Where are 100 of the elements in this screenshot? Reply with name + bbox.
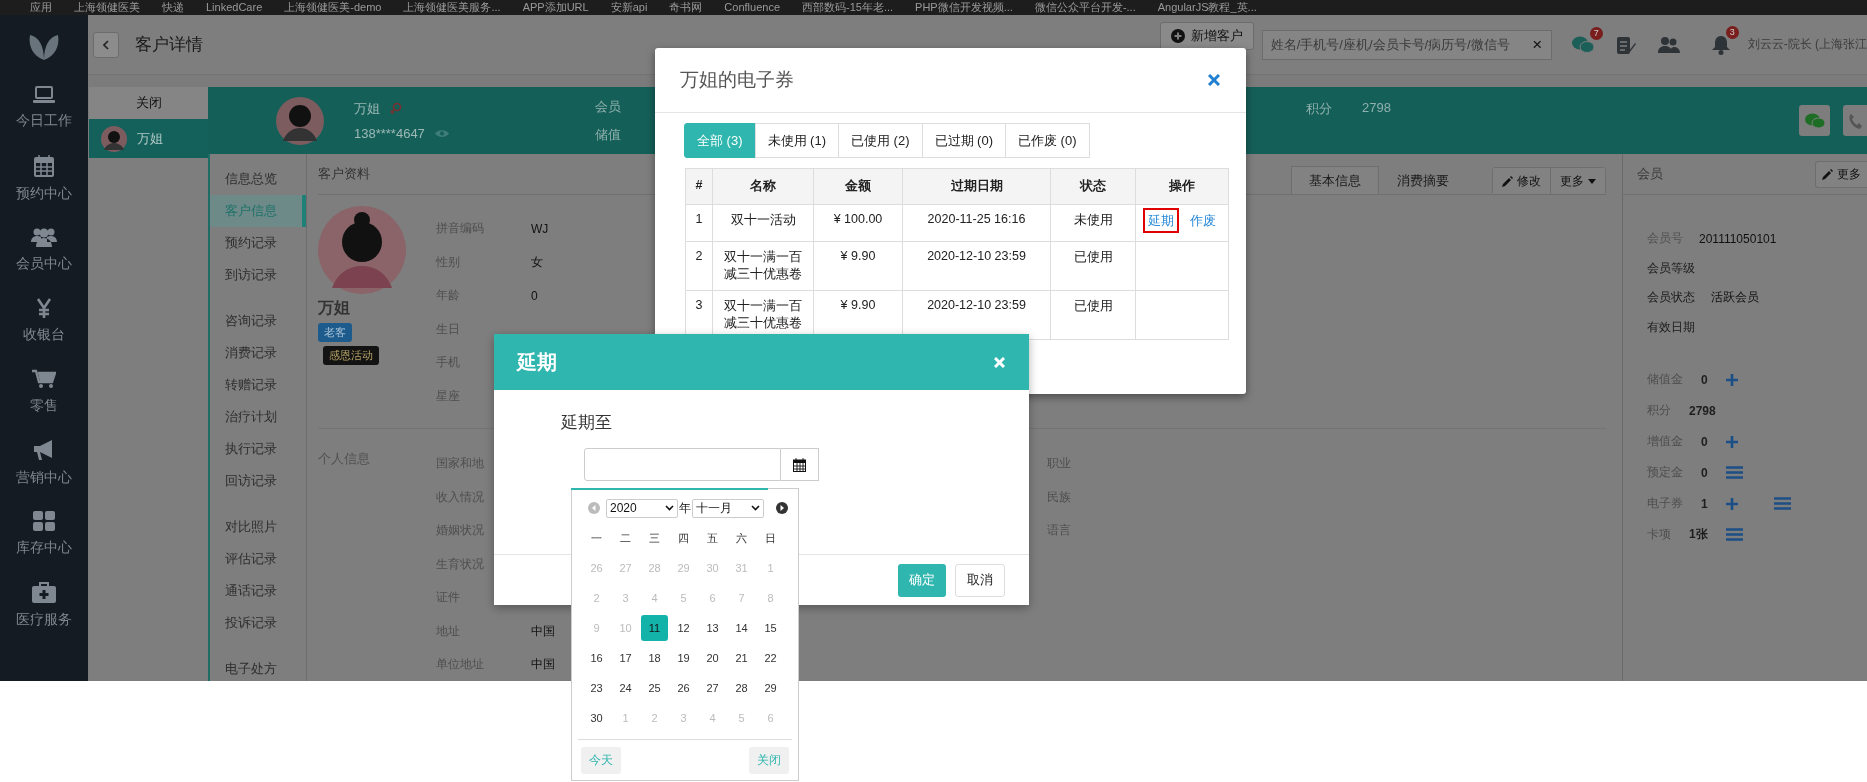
calendar-day[interactable]: 22 bbox=[756, 643, 785, 673]
sidebar-item[interactable]: 营销中心 bbox=[16, 433, 72, 493]
column-header: 金额 bbox=[813, 168, 903, 205]
calendar-day[interactable]: 23 bbox=[582, 673, 611, 703]
column-header: 名称 bbox=[712, 168, 814, 205]
nav-item[interactable]: 对比照片 bbox=[210, 511, 306, 543]
notification-badge: 3 bbox=[1725, 25, 1739, 39]
nav-item[interactable]: 到访记录 bbox=[210, 259, 306, 291]
dialog-title: 万姐的电子券 bbox=[680, 68, 794, 92]
field-label: 积分 bbox=[1306, 100, 1333, 118]
bookmark-link[interactable]: 安新api bbox=[610, 0, 648, 15]
calendar-day[interactable]: 29 bbox=[756, 673, 785, 703]
sidebar-item[interactable]: 预约中心 bbox=[16, 149, 72, 209]
filter-tab[interactable]: 未使用 (1) bbox=[754, 123, 839, 158]
filter-tab[interactable]: 已使用 (2) bbox=[838, 123, 923, 158]
field-value: 女 bbox=[531, 253, 543, 271]
points-value: 2798 bbox=[1362, 100, 1391, 115]
field-label: 储值 bbox=[595, 125, 621, 144]
section-title: 客户资料 bbox=[318, 165, 370, 183]
nav-item[interactable]: 消费记录 bbox=[210, 337, 306, 369]
sidebar-item[interactable]: 医疗服务 bbox=[16, 575, 72, 635]
calendar-day[interactable]: 20 bbox=[698, 643, 727, 673]
nav-item[interactable]: 投诉记录 bbox=[210, 607, 306, 639]
bookmark-link[interactable]: 应用 bbox=[30, 0, 52, 15]
nav-item[interactable]: 治疗计划 bbox=[210, 401, 306, 433]
cancel-button[interactable]: 取消 bbox=[955, 563, 1005, 597]
nav-item[interactable]: 信息总览 bbox=[210, 163, 306, 195]
sidebar-item[interactable]: 零售 bbox=[30, 362, 58, 422]
filter-tab[interactable]: 全部 (3) bbox=[684, 123, 756, 158]
table-cell: 未使用 bbox=[1050, 204, 1136, 242]
bookmark-link[interactable]: APP添加URL bbox=[522, 0, 589, 15]
notification-badge: 7 bbox=[1589, 26, 1603, 40]
nav-item[interactable]: 预约记录 bbox=[210, 227, 306, 259]
calendar-day[interactable]: 28 bbox=[727, 673, 756, 703]
more-button[interactable]: 更多 bbox=[1815, 160, 1867, 188]
calendar-day[interactable]: 13 bbox=[698, 613, 727, 643]
sidebar-item[interactable]: 今日工作 bbox=[16, 78, 72, 138]
nav-item[interactable]: 执行记录 bbox=[210, 433, 306, 465]
field-value: 中国 bbox=[531, 622, 555, 640]
calendar-day[interactable]: 17 bbox=[611, 643, 640, 673]
nav-item[interactable]: 通话记录 bbox=[210, 575, 306, 607]
month-select[interactable]: 十一月 bbox=[692, 498, 764, 518]
field-value: 0 bbox=[1701, 465, 1708, 480]
more-button[interactable]: 更多 bbox=[1550, 168, 1605, 194]
bookmark-link[interactable]: 微信公众平台开发-... bbox=[1034, 0, 1136, 15]
nav-item[interactable]: 咨询记录 bbox=[210, 305, 306, 337]
weekday-label: 四 bbox=[677, 530, 690, 546]
confirm-button[interactable]: 确定 bbox=[898, 563, 946, 597]
field-label: 延期至 bbox=[561, 412, 613, 434]
calendar-day[interactable]: 30 bbox=[582, 703, 611, 733]
bookmark-link[interactable]: 快递 bbox=[162, 0, 184, 15]
tab[interactable]: 基本信息 bbox=[1291, 166, 1379, 194]
bookmark-link[interactable]: Confluence bbox=[724, 0, 780, 15]
bookmark-link[interactable]: 上海领健医美-demo bbox=[284, 0, 382, 15]
sidebar-item[interactable]: 收银台 bbox=[23, 291, 65, 351]
panel-title: 会员 bbox=[1637, 165, 1663, 183]
bookmark-link[interactable]: PHP微信开发视频... bbox=[915, 0, 1013, 15]
calendar-day[interactable]: 27 bbox=[698, 673, 727, 703]
edit-button[interactable]: 修改 bbox=[1493, 168, 1550, 194]
calendar-day[interactable]: 18 bbox=[640, 643, 669, 673]
calendar-day[interactable]: 12 bbox=[669, 613, 698, 643]
weekday-label: 六 bbox=[735, 530, 748, 546]
weekday-label: 三 bbox=[648, 530, 661, 546]
bookmark-link[interactable]: 西部数码-15年老... bbox=[802, 0, 894, 15]
calendar-day[interactable]: 21 bbox=[727, 643, 756, 673]
nav-item[interactable]: 电子处方 bbox=[210, 653, 306, 685]
calendar-day[interactable]: 24 bbox=[611, 673, 640, 703]
filter-tab[interactable]: 已作废 (0) bbox=[1005, 123, 1090, 158]
nav-item[interactable]: 转赠记录 bbox=[210, 369, 306, 401]
bookmark-link[interactable]: AngularJS教程_英... bbox=[1157, 0, 1257, 15]
year-select[interactable]: 2020 bbox=[606, 498, 678, 518]
nav-item[interactable]: 回访记录 bbox=[210, 465, 306, 497]
close-button[interactable]: 关闭 bbox=[89, 87, 208, 119]
bookmark-link[interactable]: 上海领健医美服务... bbox=[403, 0, 501, 15]
filter-tab[interactable]: 已过期 (0) bbox=[921, 123, 1006, 158]
calendar-day[interactable]: 14 bbox=[727, 613, 756, 643]
calendar-day[interactable]: 16 bbox=[582, 643, 611, 673]
sidebar-item[interactable]: 会员中心 bbox=[16, 220, 72, 280]
nav-item[interactable]: 评估记录 bbox=[210, 543, 306, 575]
table-cell: 双十一活动 bbox=[712, 204, 814, 242]
field-value: 中国 bbox=[531, 656, 555, 674]
calendar-day[interactable]: 25 bbox=[640, 673, 669, 703]
bookmark-link[interactable]: LinkedCare bbox=[206, 0, 263, 15]
table-cell: 2 bbox=[685, 241, 713, 291]
calendar-day[interactable]: 11 bbox=[641, 615, 668, 641]
calendar-day[interactable]: 15 bbox=[756, 613, 785, 643]
calendar-day[interactable]: 19 bbox=[669, 643, 698, 673]
table-cell: 2020-11-25 16:16 bbox=[902, 204, 1051, 242]
sidebar-item[interactable]: 库存中心 bbox=[16, 504, 72, 564]
new-customer-button[interactable]: 新增客户 bbox=[1159, 21, 1254, 50]
table-cell: 2020-12-10 23:59 bbox=[902, 241, 1051, 291]
customer-list-item[interactable]: 万姐 bbox=[89, 119, 208, 158]
customer-name: 万姐 bbox=[354, 100, 380, 118]
tab[interactable]: 消费摘要 bbox=[1379, 166, 1467, 194]
bookmark-link[interactable]: 奇书网 bbox=[669, 0, 703, 15]
bookmark-link[interactable]: 上海领健医美 bbox=[74, 0, 140, 15]
calendar-day[interactable]: 26 bbox=[669, 673, 698, 703]
action-link[interactable]: 作废 bbox=[1185, 208, 1221, 233]
customer-name: 万姐 bbox=[318, 298, 350, 318]
action-link[interactable]: 延期 bbox=[1143, 208, 1179, 233]
